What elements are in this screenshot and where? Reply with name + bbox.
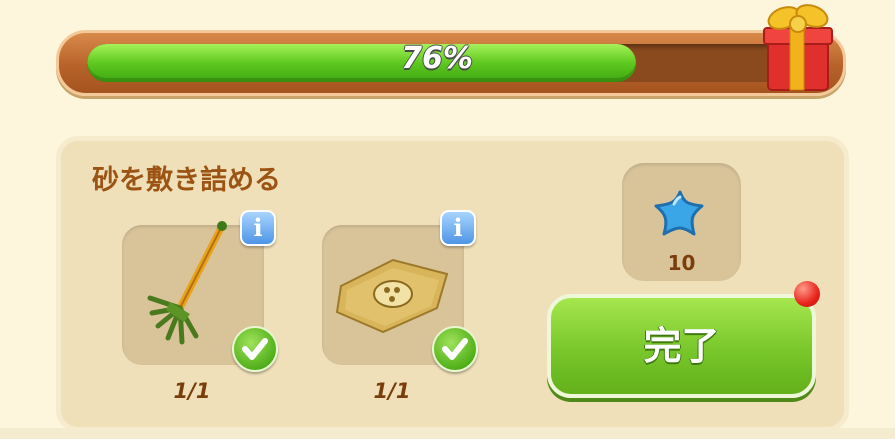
item-count: 1/1 [173,379,211,403]
blue-star-icon [654,190,704,236]
check-icon [432,326,478,372]
task-title: 砂を敷き詰める [92,165,281,196]
notification-dot [794,281,820,307]
checkmark-icon [242,338,268,360]
info-button[interactable]: i [440,210,476,246]
check-icon [232,326,278,372]
bottom-strip [0,428,895,439]
gift-box-icon[interactable] [760,0,838,96]
checkmark-icon [442,338,468,360]
rake-icon [147,221,227,345]
item-count: 1/1 [373,379,411,403]
info-button[interactable]: i [240,210,276,246]
reward-count: 10 [667,251,696,275]
progress-percent-label: 76% [401,41,473,76]
sand-sheet-icon [335,258,449,334]
complete-button[interactable]: 完了 [547,294,816,398]
progress-bar-frame: 76% [56,30,846,96]
